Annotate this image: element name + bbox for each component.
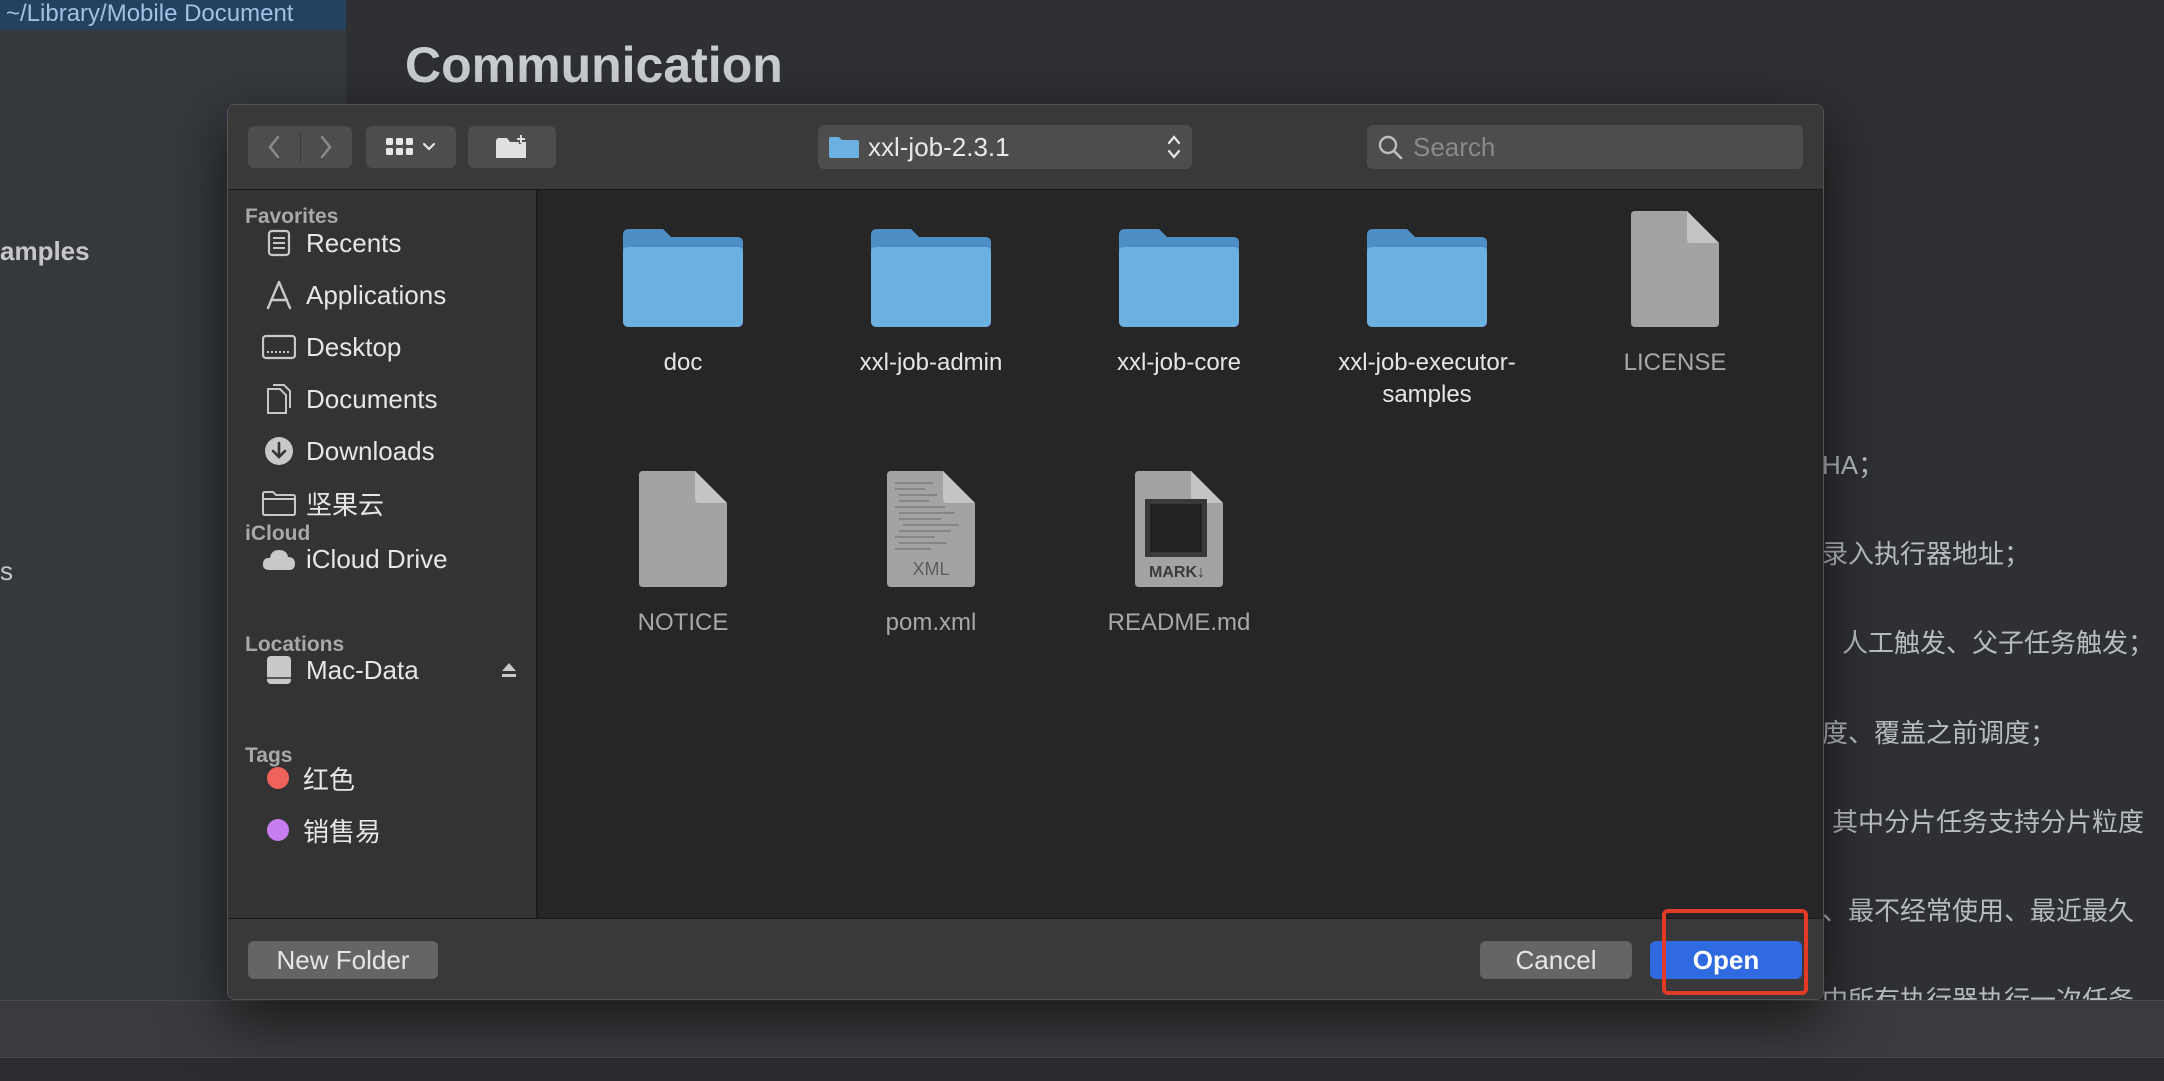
- recents-icon: [261, 226, 297, 260]
- file-type-badge: XML: [912, 559, 949, 579]
- documents-icon: [261, 382, 297, 416]
- navigation-buttons: [248, 126, 352, 168]
- dialog-sidebar: Favorites Recents Applications Desktop D…: [228, 190, 538, 918]
- downloads-icon: [261, 434, 297, 468]
- background-sidebar-text: amples: [0, 236, 90, 266]
- file-name: xxl-job-admin: [859, 349, 1003, 376]
- sidebar-item-icloud-drive[interactable]: iCloud Drive: [261, 539, 531, 579]
- file-item-xxl-job-admin[interactable]: xxl-job-admin: [816, 205, 1046, 379]
- file-name: README.md: [1107, 609, 1251, 636]
- sidebar-item-label: 销售易: [303, 816, 382, 847]
- folder-icon: [568, 205, 798, 329]
- folder-icon: [816, 205, 1046, 329]
- folder-icon: [1312, 205, 1542, 329]
- desktop-icon: [261, 330, 297, 364]
- location-popup[interactable]: xxl-job-2.3.1: [818, 125, 1192, 169]
- dialog-toolbar: xxl-job-2.3.1: [228, 105, 1823, 190]
- file-item-pom-xml[interactable]: XML pom.xml: [816, 465, 1046, 639]
- sidebar-item-label: Desktop: [306, 331, 402, 362]
- view-options-button[interactable]: [366, 126, 456, 168]
- folder-icon: [261, 486, 297, 520]
- file-item-notice[interactable]: NOTICE: [568, 465, 798, 639]
- search-icon: [1378, 135, 1403, 160]
- file-name: pom.xml: [885, 609, 977, 636]
- background-path: ~/Library/Mobile Document: [0, 0, 352, 30]
- sidebar-item-label: 坚果云: [306, 489, 385, 520]
- cloud-icon: [261, 542, 297, 576]
- sidebar-item-label: iCloud Drive: [306, 543, 448, 574]
- sidebar-item-label: Mac-Data: [306, 654, 419, 685]
- cancel-button[interactable]: Cancel: [1480, 941, 1632, 979]
- background-line: 录入执行器地址；: [1822, 539, 2031, 569]
- sidebar-item-desktop[interactable]: Desktop: [261, 327, 531, 367]
- file-item-xxl-job-core[interactable]: xxl-job-core: [1064, 205, 1294, 379]
- back-button[interactable]: [248, 126, 300, 168]
- new-folder-icon: [496, 134, 526, 158]
- dialog-button-bar: New Folder Cancel Open: [228, 918, 1823, 999]
- file-item-xxl-job-executor-samples[interactable]: xxl-job-executor-samples: [1312, 205, 1542, 411]
- sidebar-item-jianguoyun[interactable]: 坚果云: [261, 483, 531, 523]
- file-item-license[interactable]: LICENSE: [1560, 205, 1790, 379]
- background-statusbar: [0, 1057, 2164, 1081]
- file-name: LICENSE: [1623, 349, 1727, 376]
- new-folder-toolbar-button[interactable]: [468, 126, 556, 168]
- chevron-down-icon: [422, 142, 436, 151]
- file-item-readme-md[interactable]: MARK↓ README.md: [1064, 465, 1294, 639]
- sidebar-item-label: Recents: [306, 227, 402, 258]
- background-line: 人工触发、父子任务触发；: [1842, 628, 2155, 658]
- open-file-dialog: xxl-job-2.3.1 Favorites Recents Applicat…: [227, 104, 1824, 1000]
- file-name: xxl-job-core: [1116, 349, 1242, 376]
- background-line: 度、覆盖之前调度；: [1822, 718, 2057, 748]
- sidebar-item-recents[interactable]: Recents: [261, 223, 531, 263]
- background-sidebar-text: s: [0, 556, 13, 586]
- file-browser: doc xxl-job-admin xxl-job-core xxl-job-e…: [538, 190, 1823, 918]
- search-field[interactable]: [1367, 125, 1803, 169]
- open-button-highlight: [1662, 909, 1808, 995]
- markdown-file-icon: MARK↓: [1064, 465, 1294, 589]
- chevron-right-icon: [320, 135, 332, 159]
- background-line: HA；: [1822, 450, 1885, 480]
- folder-icon: [829, 137, 859, 158]
- file-name: NOTICE: [637, 609, 729, 636]
- document-icon: [568, 465, 798, 589]
- document-icon: [1560, 205, 1790, 329]
- sidebar-item-downloads[interactable]: Downloads: [261, 431, 531, 471]
- tag-color-dot: [267, 767, 289, 789]
- forward-button[interactable]: [300, 126, 352, 168]
- file-name: xxl-job-executor-samples: [1338, 349, 1516, 408]
- sidebar-item-label: Downloads: [306, 435, 435, 466]
- chevron-left-icon: [268, 135, 279, 159]
- sidebar-item-label: Documents: [306, 383, 438, 414]
- sidebar-item-tag-xiaoshouyi[interactable]: 销售易: [261, 810, 531, 850]
- icon-grid-icon: [386, 138, 413, 155]
- eject-icon[interactable]: [499, 656, 519, 687]
- sidebar-item-label: Applications: [306, 279, 447, 310]
- sidebar-item-applications[interactable]: Applications: [261, 275, 531, 315]
- search-input[interactable]: [1411, 130, 1795, 164]
- sidebar-item-mac-data[interactable]: Mac-Data: [261, 650, 531, 690]
- file-type-badge: MARK↓: [1149, 564, 1205, 581]
- file-item-doc[interactable]: doc: [568, 205, 798, 379]
- up-down-arrows-icon: [1167, 135, 1181, 159]
- xml-file-icon: XML: [816, 465, 1046, 589]
- current-folder-label: xxl-job-2.3.1: [868, 131, 1010, 162]
- background-heading: Communication: [405, 37, 783, 93]
- applications-icon: [261, 278, 297, 312]
- disk-icon: [261, 653, 297, 687]
- sidebar-item-documents[interactable]: Documents: [261, 379, 531, 419]
- file-name: doc: [663, 349, 703, 376]
- tag-color-dot: [267, 819, 289, 841]
- sidebar-item-label: 红色: [303, 764, 356, 795]
- background-line: 、最不经常使用、最近最久: [1822, 896, 2135, 926]
- new-folder-button[interactable]: New Folder: [248, 941, 438, 979]
- folder-icon: [1064, 205, 1294, 329]
- background-line: 其中分片任务支持分片粒度: [1832, 807, 2145, 837]
- sidebar-item-tag-red[interactable]: 红色: [261, 758, 531, 798]
